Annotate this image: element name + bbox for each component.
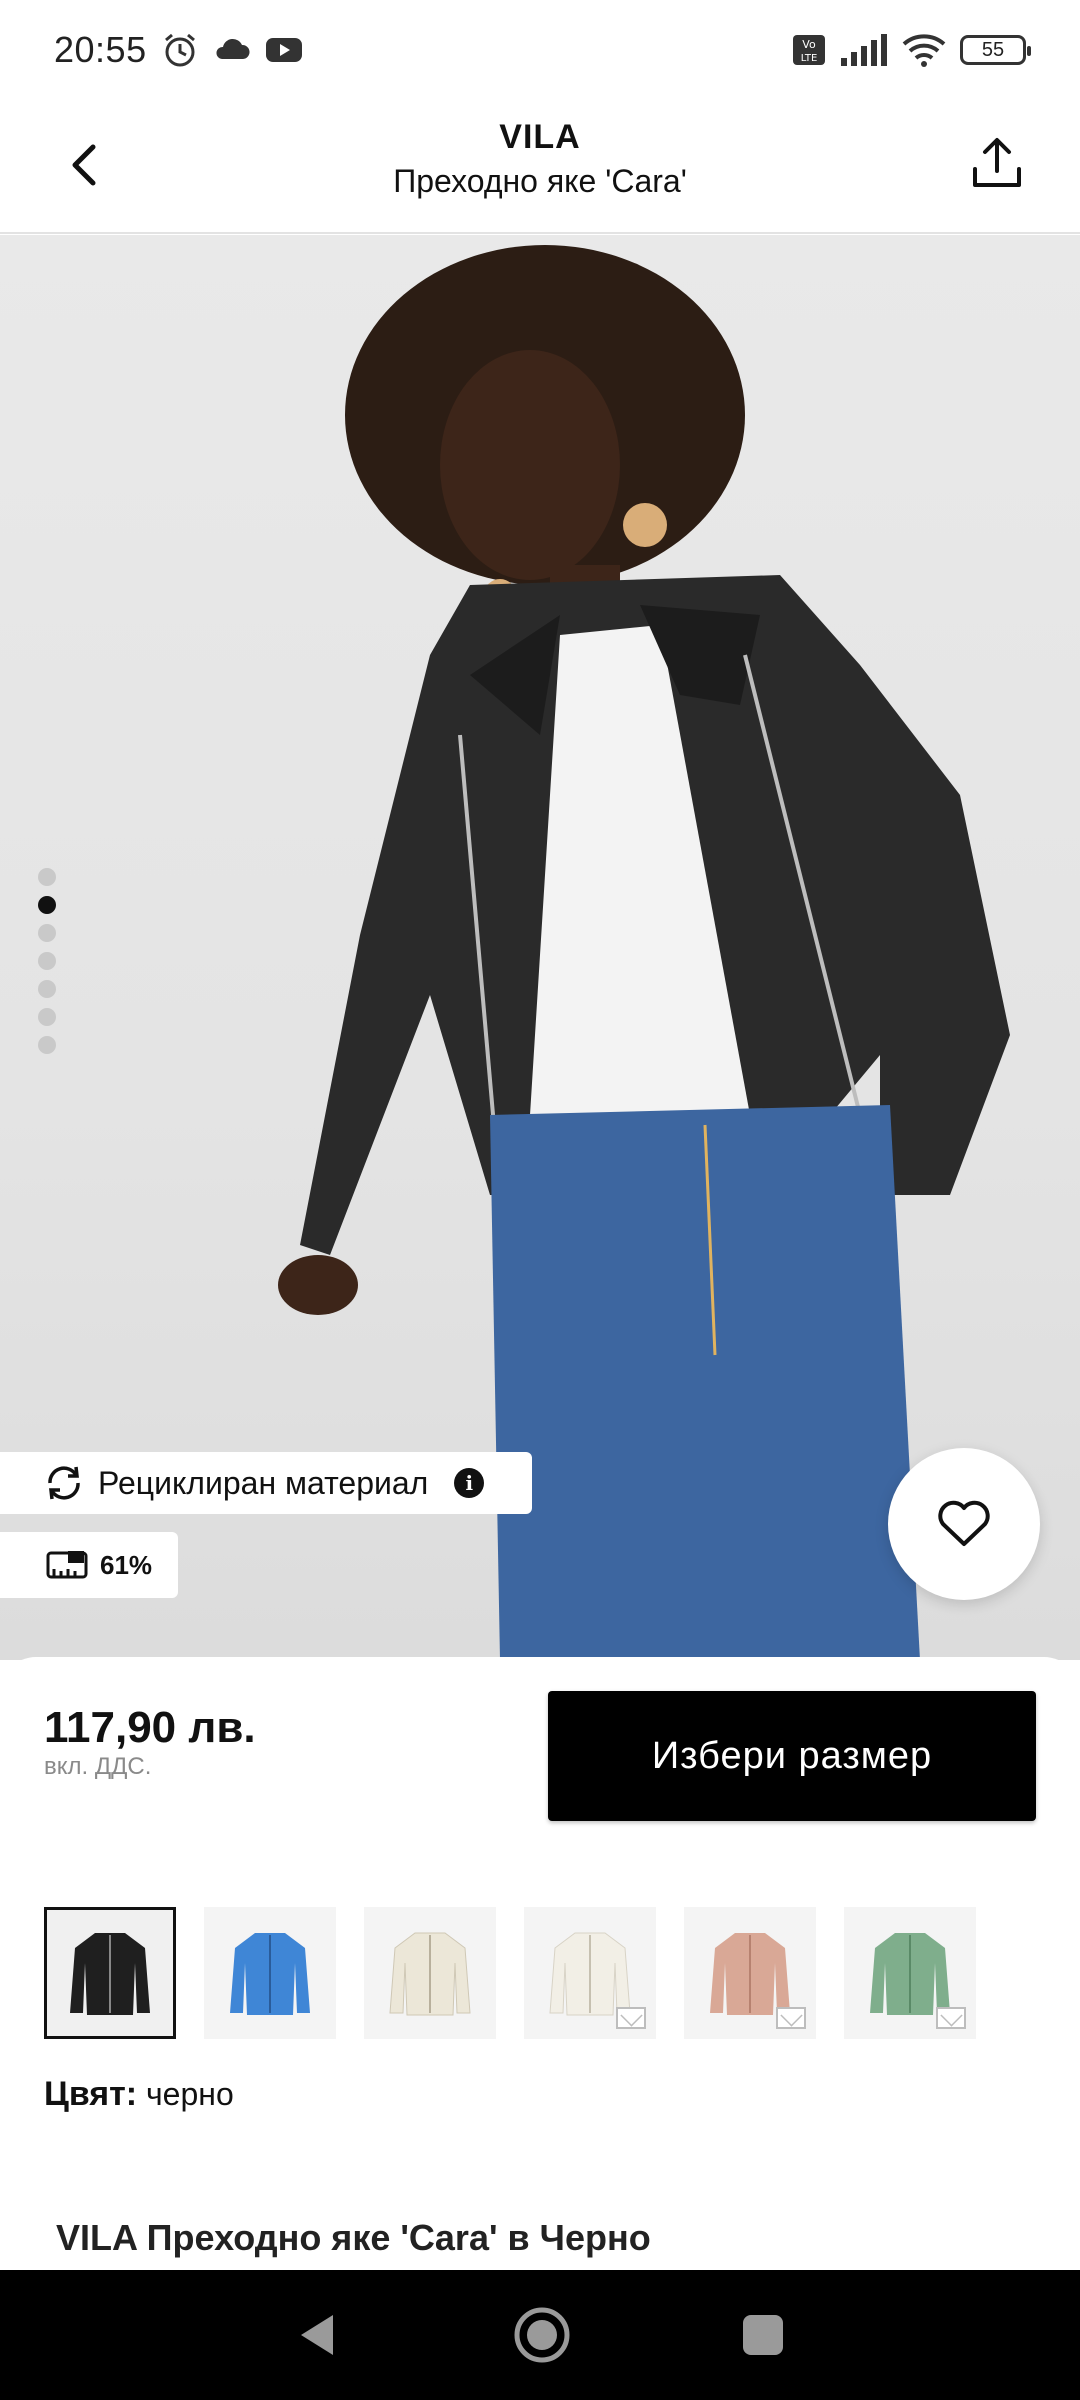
status-time: 20:55 <box>54 29 147 70</box>
status-bar: 20:55 Vo LTE 55 <box>0 0 1080 100</box>
carousel-dot <box>38 1036 56 1054</box>
vat-note: вкл. ДДС. <box>44 1753 152 1780</box>
info-icon[interactable]: i <box>454 1468 485 1498</box>
share-button[interactable] <box>962 128 1032 198</box>
wifi-icon <box>902 34 946 67</box>
variant-cream[interactable] <box>364 1907 496 2039</box>
jacket-thumbnail <box>389 1932 471 2016</box>
notify-mail-icon <box>776 2007 806 2029</box>
product-photo <box>278 245 1010 1660</box>
volte-icon: Vo LTE <box>793 35 825 65</box>
variant-green[interactable] <box>844 1907 976 2039</box>
heart-icon <box>938 1500 990 1546</box>
favorite-button[interactable] <box>888 1448 1040 1600</box>
carousel-dot <box>38 868 56 886</box>
product-image-carousel[interactable]: Рециклиран материал i 61% <box>0 235 1080 1660</box>
carousel-dot-active <box>38 896 56 914</box>
signal-icon <box>841 34 887 66</box>
svg-text:Vo: Vo <box>802 38 816 51</box>
nav-home-icon[interactable] <box>512 2305 572 2365</box>
status-right: Vo LTE 55 <box>792 33 1031 67</box>
battery-icon: 55 <box>960 35 1031 65</box>
cloud-icon <box>216 38 250 59</box>
color-value: черно <box>146 2076 234 2112</box>
header-titles: VILA Преходно яке 'Cara' <box>200 118 880 200</box>
select-size-button[interactable]: Избери размер <box>548 1691 1036 1821</box>
share-icon <box>973 138 1021 187</box>
alarm-icon <box>164 33 195 67</box>
carousel-dot <box>38 924 56 942</box>
page-title: Преходно яке 'Cara' <box>393 163 687 199</box>
color-label: Цвят: <box>44 2075 138 2113</box>
notify-mail-icon <box>616 2007 646 2029</box>
recycled-percent: 61% <box>100 1549 153 1580</box>
selected-color: Цвят: черно <box>44 2075 234 2114</box>
top-app-bar: VILA Преходно яке 'Cara' <box>0 100 1080 234</box>
carousel-indicator <box>38 868 56 1054</box>
svg-text:LTE: LTE <box>801 53 818 64</box>
notify-mail-icon <box>936 2007 966 2029</box>
jacket-thumbnail <box>230 1933 310 2015</box>
carousel-dot <box>38 952 56 970</box>
jacket-thumbnail <box>70 1933 150 2015</box>
nav-recents-icon[interactable] <box>741 2313 785 2357</box>
chevron-left-icon <box>72 144 96 186</box>
recycled-percent-badge: 61% <box>0 1532 178 1598</box>
carousel-dot <box>38 1008 56 1026</box>
recycle-icon <box>48 1466 80 1500</box>
carousel-dot <box>38 980 56 998</box>
product-price: 117,90 лв. <box>44 1703 256 1752</box>
product-details-sheet: 117,90 лв. вкл. ДДС. Избери размер Цвят:… <box>0 1657 1080 2270</box>
brand-name: VILA <box>499 118 581 156</box>
nav-back-icon[interactable] <box>295 2311 343 2359</box>
back-button[interactable] <box>50 130 120 200</box>
variant-blue[interactable] <box>204 1907 336 2039</box>
variant-rose[interactable] <box>684 1907 816 2039</box>
status-left: 20:55 <box>54 29 303 71</box>
recycled-label: Рециклиран материал <box>98 1464 429 1501</box>
youtube-icon <box>265 38 302 62</box>
variant-white[interactable] <box>524 1907 656 2039</box>
variant-black[interactable] <box>44 1907 176 2039</box>
color-variants <box>44 1907 976 2039</box>
product-full-title: VILA Преходно яке 'Cara' в Черно <box>56 2217 651 2258</box>
recycled-material-badge[interactable]: Рециклиран материал i <box>0 1452 532 1514</box>
fabric-tag-icon <box>46 1551 88 1579</box>
system-navigation-bar <box>0 2270 1080 2400</box>
